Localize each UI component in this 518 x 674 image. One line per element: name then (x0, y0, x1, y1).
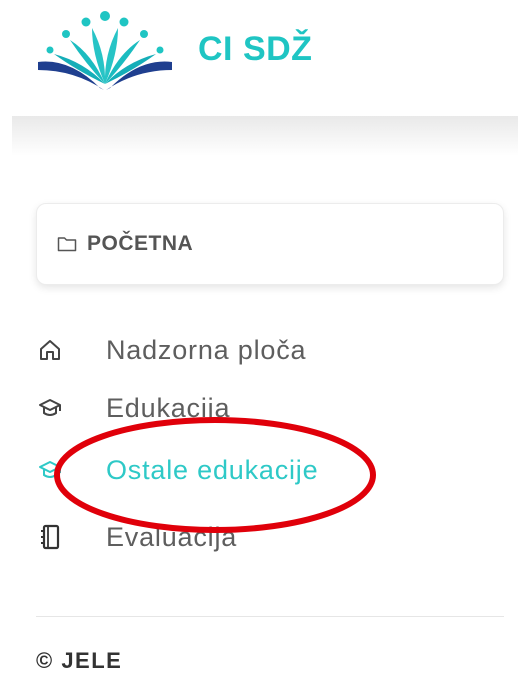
menu-item-ostale-edukacije[interactable]: Ostale edukacije (30, 445, 490, 495)
graduation-cap-icon (30, 393, 70, 423)
header-shadow (12, 116, 518, 156)
notebook-icon (30, 522, 70, 552)
logo-icon[interactable] (30, 10, 180, 96)
header: CI SDŽ (0, 0, 518, 118)
menu-item-evaluacija[interactable]: Evaluacija (30, 512, 490, 562)
home-card-label: POČETNA (87, 232, 194, 255)
brand-name[interactable]: CI SDŽ (198, 30, 312, 69)
footer-copyright: © JELE (36, 648, 123, 673)
home-card[interactable]: POČETNA (36, 203, 504, 285)
menu-item-edukacija[interactable]: Edukacija (30, 383, 490, 433)
menu-item-label: Nadzorna ploča (106, 334, 307, 365)
menu-item-nadzorna-ploca[interactable]: Nadzorna ploča (30, 325, 490, 375)
divider (36, 616, 504, 617)
home-icon (30, 335, 70, 365)
graduation-cap-icon (30, 455, 70, 485)
menu-item-label: Edukacija (106, 392, 231, 423)
folder-icon (57, 233, 79, 255)
menu-item-label: Ostale edukacije (106, 454, 319, 485)
menu-item-label: Evaluacija (106, 521, 238, 552)
